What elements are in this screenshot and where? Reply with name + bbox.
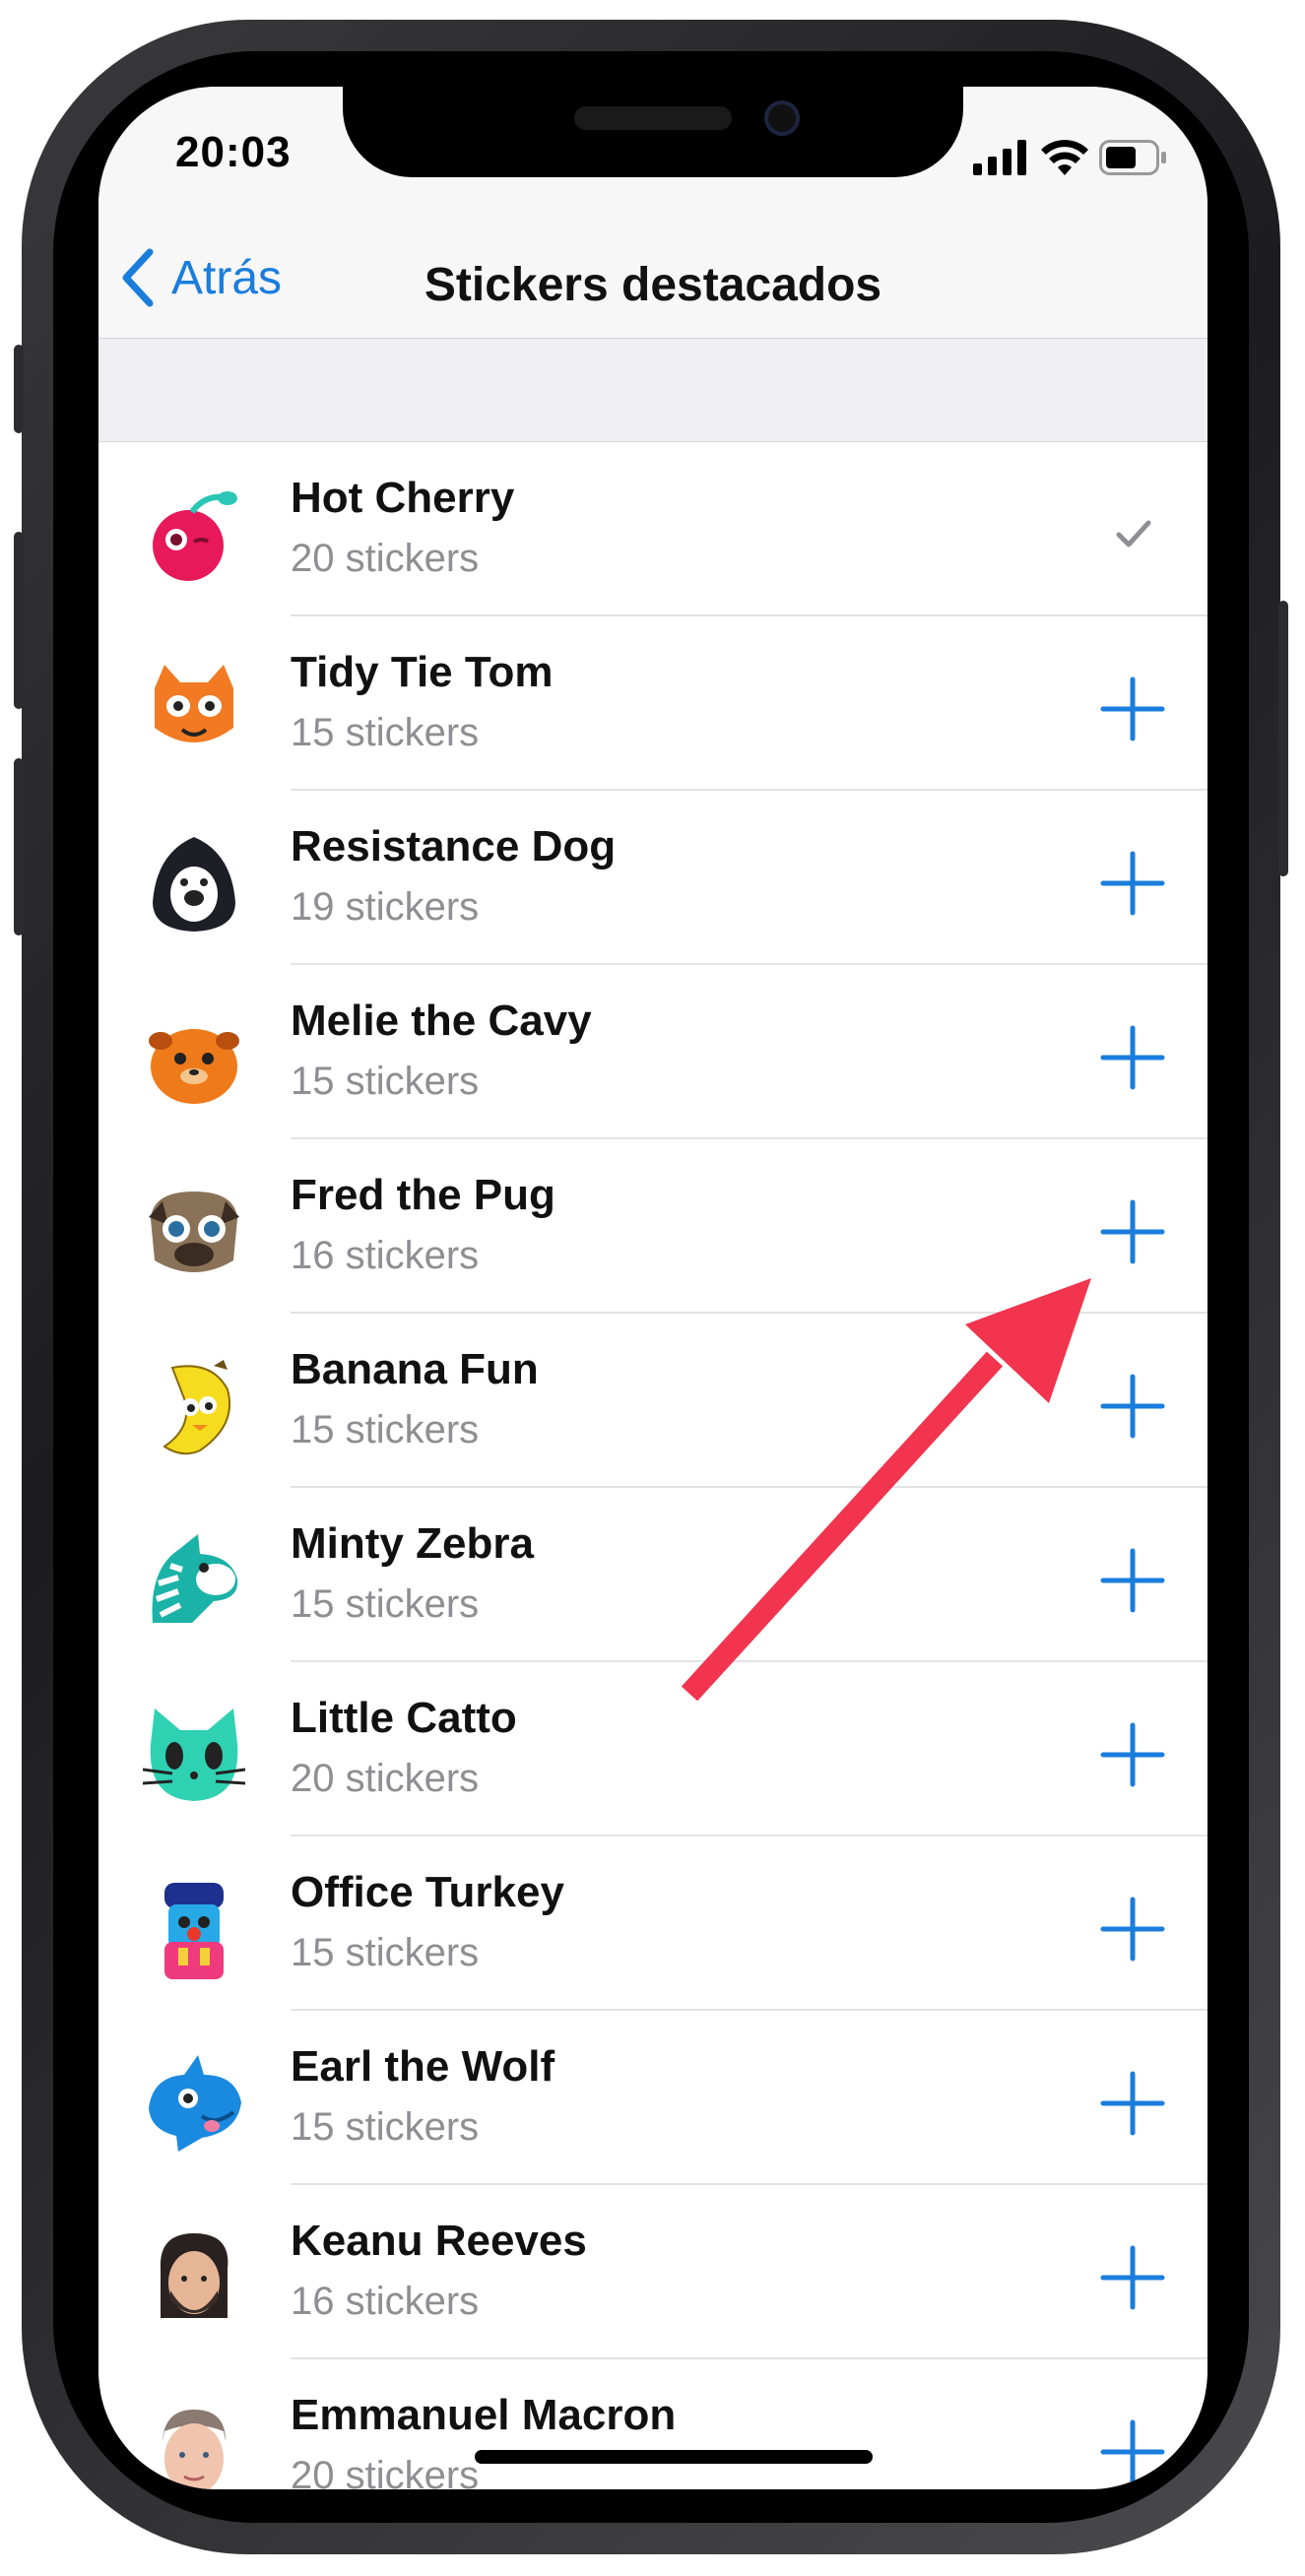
arrow-shaft bbox=[681, 1351, 1004, 1702]
annotation-arrow bbox=[681, 1278, 1091, 1702]
